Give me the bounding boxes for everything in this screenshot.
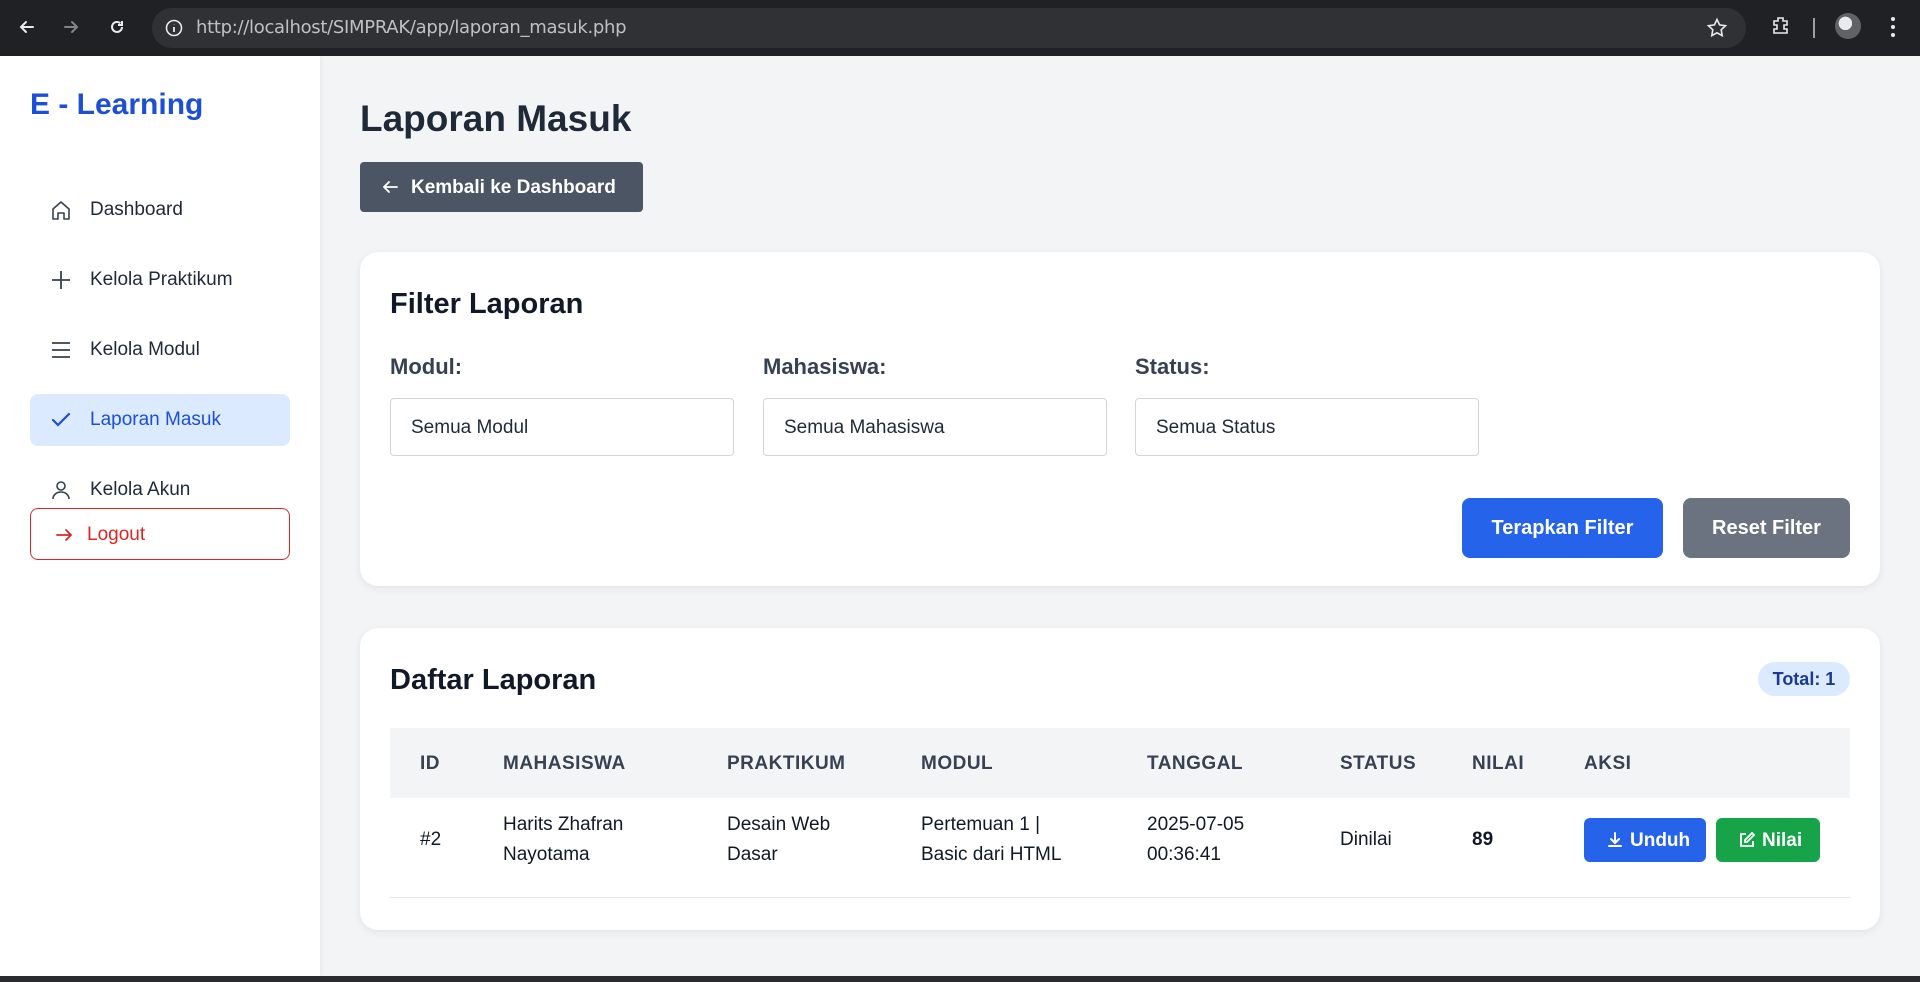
plus-icon [52, 271, 70, 289]
status-filter-select[interactable]: Semua Status [1135, 398, 1479, 456]
mahasiswa-filter-value: Semua Mahasiswa [784, 417, 945, 438]
column-header-tanggal: TANGGAL [1147, 753, 1244, 774]
mahasiswa-filter-label: Mahasiswa: [763, 354, 887, 379]
sidebar-item-laporan-masuk[interactable]: Laporan Masuk [30, 394, 290, 446]
logout-arrow-icon [56, 529, 73, 541]
report-list-card: Daftar Laporan Total: 1 ID MAHASISWA PRA… [360, 628, 1880, 930]
table-header: ID MAHASISWA PRAKTIKUM MODUL TANGGAL STA… [390, 728, 1850, 798]
column-header-praktikum: PRAKTIKUM [727, 753, 846, 774]
download-button[interactable]: Unduh [1584, 818, 1706, 862]
column-header-modul: MODUL [921, 753, 994, 774]
cell-modul-line: Pertemuan 1 | [921, 814, 1041, 835]
download-icon [1608, 832, 1622, 847]
modul-filter-label: Modul: [390, 354, 463, 379]
modul-filter-value: Semua Modul [411, 417, 529, 438]
check-icon [51, 412, 71, 427]
status-filter-label: Status: [1135, 354, 1210, 379]
sidebar: E - Learning Dashboard Kelola Praktikum … [0, 56, 320, 976]
cell-tanggal: 2025-07-05 00:36:41 [1147, 810, 1244, 870]
column-header-nilai: NILAI [1472, 753, 1525, 774]
page-title: Laporan Masuk [360, 98, 632, 139]
total-badge: Total: 1 [1758, 662, 1850, 696]
sidebar-item-label: Kelola Akun [90, 479, 191, 500]
sidebar-item-label: Laporan Masuk [90, 409, 221, 430]
grade-label: Nilai [1762, 830, 1803, 851]
home-icon [52, 201, 70, 220]
brand-title: E - Learning [30, 88, 204, 121]
back-to-dashboard-button[interactable]: Kembali ke Dashboard [360, 162, 643, 212]
download-label: Unduh [1630, 830, 1691, 851]
address-url[interactable]: http://localhost/SIMPRAK/app/laporan_mas… [196, 8, 627, 48]
cell-tanggal-line: 00:36:41 [1147, 844, 1221, 865]
reload-icon[interactable] [102, 12, 132, 42]
apply-filter-button[interactable]: Terapkan Filter [1462, 498, 1663, 558]
column-header-id: ID [420, 753, 440, 774]
sidebar-item-dashboard[interactable]: Dashboard [30, 184, 290, 236]
column-header-mahasiswa: MAHASISWA [503, 753, 626, 774]
cell-id: #2 [420, 829, 442, 850]
sidebar-item-label: Kelola Modul [90, 339, 200, 360]
cell-mahasiswa: Harits Zhafran Nayotama [503, 810, 623, 870]
address-bar[interactable]: http://localhost/SIMPRAK/app/laporan_mas… [152, 8, 1746, 48]
back-button-label: Kembali ke Dashboard [411, 177, 616, 198]
cell-tanggal-line: 2025-07-05 [1147, 814, 1245, 835]
cell-praktikum-line: Dasar [727, 844, 778, 865]
status-filter-value: Semua Status [1156, 417, 1276, 438]
profile-avatar[interactable] [1835, 13, 1861, 39]
sidebar-item-kelola-praktikum[interactable]: Kelola Praktikum [30, 254, 290, 306]
browser-toolbar: http://localhost/SIMPRAK/app/laporan_mas… [0, 0, 1920, 56]
site-info-icon[interactable] [164, 18, 184, 38]
extensions-icon[interactable] [1770, 14, 1792, 36]
cell-modul-line: Basic dari HTML [921, 844, 1062, 865]
report-list-title: Daftar Laporan [390, 664, 597, 696]
filter-title: Filter Laporan [390, 288, 584, 320]
cell-praktikum: Desain Web Dasar [727, 810, 830, 870]
user-icon [52, 481, 70, 500]
back-arrow-icon[interactable] [12, 12, 42, 42]
cell-modul: Pertemuan 1 | Basic dari HTML [921, 810, 1061, 870]
sidebar-item-label: Dashboard [90, 199, 183, 220]
sidebar-item-kelola-modul[interactable]: Kelola Modul [30, 324, 290, 376]
column-header-status: STATUS [1340, 753, 1417, 774]
arrow-left-icon [382, 181, 398, 193]
cell-mahasiswa-line: Nayotama [503, 844, 590, 865]
toolbar-divider [1813, 18, 1815, 38]
cell-praktikum-line: Desain Web [727, 814, 831, 835]
cell-status: Dinilai [1340, 829, 1392, 850]
menu-icon [52, 342, 70, 358]
table-row: #2 Harits Zhafran Nayotama Desain Web Da… [390, 798, 1850, 898]
modul-filter-select[interactable]: Semua Modul [390, 398, 734, 456]
logout-label: Logout [87, 524, 146, 545]
bookmark-star-icon[interactable] [1706, 17, 1728, 39]
cell-nilai: 89 [1472, 829, 1494, 850]
edit-icon [1740, 831, 1756, 847]
sidebar-item-label: Kelola Praktikum [90, 269, 233, 290]
filter-card: Filter Laporan Modul: Semua Modul Mahasi… [360, 252, 1880, 586]
column-header-aksi: AKSI [1584, 753, 1632, 774]
logout-button[interactable]: Logout [30, 508, 290, 560]
cell-mahasiswa-line: Harits Zhafran [503, 814, 624, 835]
grade-button[interactable]: Nilai [1716, 818, 1820, 862]
reset-filter-button[interactable]: Reset Filter [1683, 498, 1850, 558]
forward-arrow-icon[interactable] [56, 12, 86, 42]
app-viewport: E - Learning Dashboard Kelola Praktikum … [0, 56, 1920, 976]
bottom-edge [0, 976, 1920, 982]
mahasiswa-filter-select[interactable]: Semua Mahasiswa [763, 398, 1107, 456]
more-menu-icon[interactable] [1882, 14, 1904, 40]
